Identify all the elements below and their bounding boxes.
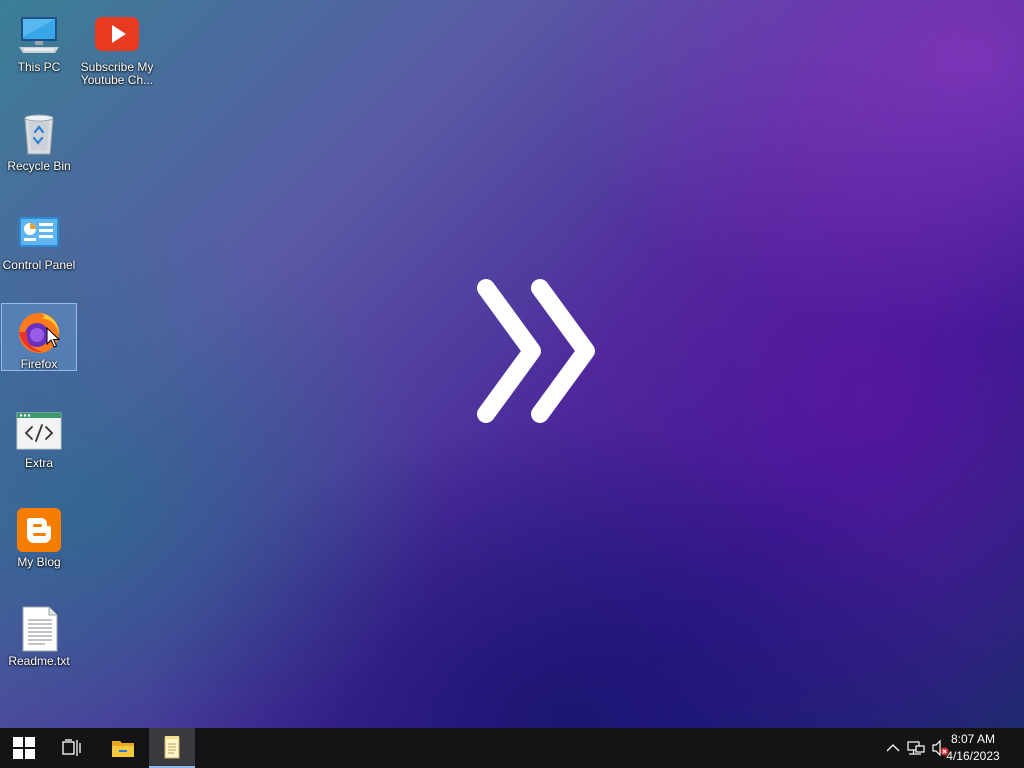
system-tray: 8:07 AM 4/16/2023 <box>864 728 1024 768</box>
desktop-icon-extra[interactable]: Extra <box>1 402 77 470</box>
double-chevron-icon <box>477 279 595 423</box>
task-view-icon <box>62 739 81 756</box>
task-view-button[interactable] <box>49 728 95 768</box>
recycle-bin-icon <box>24 114 54 155</box>
text-file-icon <box>22 606 58 652</box>
blogger-icon <box>17 508 61 552</box>
code-file-icon <box>16 412 62 450</box>
desktop-icon-label: Extra <box>24 456 53 470</box>
desktop-icon-control-panel[interactable]: Control Panel <box>1 204 77 272</box>
start-button[interactable] <box>1 728 47 768</box>
taskbar: 8:07 AM 4/16/2023 <box>0 728 1024 768</box>
notepad-taskbar-button[interactable] <box>149 728 195 768</box>
notepad-icon <box>164 736 180 759</box>
network-icon[interactable] <box>907 739 925 757</box>
windows-start-icon <box>13 737 35 759</box>
taskbar-clock[interactable]: 8:07 AM 4/16/2023 <box>938 731 1008 765</box>
control-panel-icon <box>19 217 59 247</box>
file-explorer-button[interactable] <box>100 728 146 768</box>
desktop-icon-label: This PC <box>17 60 61 74</box>
youtube-icon <box>95 17 139 51</box>
desktop-icon-this-pc[interactable]: This PC <box>1 6 77 74</box>
desktop-icon-label: Recycle Bin <box>7 159 71 173</box>
clock-time: 8:07 AM <box>950 732 996 746</box>
mouse-cursor-icon <box>46 327 60 348</box>
desktop-icon-recycle-bin[interactable]: Recycle Bin <box>1 105 77 173</box>
file-explorer-icon <box>112 741 134 757</box>
chevron-up-icon[interactable] <box>884 739 902 757</box>
clock-date: 4/16/2023 <box>946 749 1000 763</box>
desktop-icon-label: My Blog <box>17 555 61 569</box>
desktop-icon-firefox[interactable]: Firefox <box>1 303 77 371</box>
desktop[interactable]: This PC Subscribe My Youtube Ch... Recyc… <box>0 0 1024 728</box>
desktop-icon-label: Readme.txt <box>8 654 70 668</box>
computer-icon <box>19 17 59 53</box>
desktop-icon-readme[interactable]: Readme.txt <box>1 600 77 668</box>
desktop-icon-label: Firefox <box>20 357 58 371</box>
desktop-icon-my-blog[interactable]: My Blog <box>1 501 77 569</box>
desktop-icon-label: Control Panel <box>2 258 76 272</box>
desktop-icon-label: Subscribe My Youtube Ch... <box>80 60 154 87</box>
desktop-icon-youtube[interactable]: Subscribe My Youtube Ch... <box>79 6 155 87</box>
